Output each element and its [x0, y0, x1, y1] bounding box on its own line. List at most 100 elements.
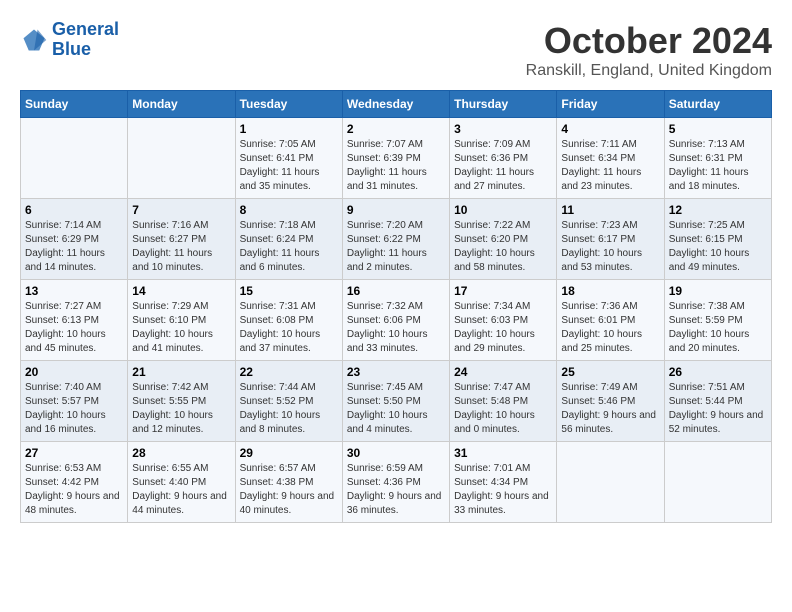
calendar-cell: 20 Sunrise: 7:40 AM Sunset: 5:57 PM Dayli…	[21, 361, 128, 442]
day-info: Sunrise: 7:09 AM Sunset: 6:36 PM Dayligh…	[454, 138, 552, 194]
day-info: Sunrise: 7:27 AM Sunset: 6:13 PM Dayligh…	[25, 300, 123, 356]
day-number: 9	[347, 203, 445, 217]
day-number: 30	[347, 446, 445, 460]
page-header: General Blue October 2024 Ranskill, Engl…	[20, 20, 772, 80]
day-info: Sunrise: 6:57 AM Sunset: 4:38 PM Dayligh…	[240, 462, 338, 518]
calendar-cell: 3 Sunrise: 7:09 AM Sunset: 6:36 PM Daylig…	[450, 118, 557, 199]
col-friday: Friday	[557, 91, 664, 118]
day-number: 2	[347, 122, 445, 136]
day-number: 28	[132, 446, 230, 460]
calendar-cell: 17 Sunrise: 7:34 AM Sunset: 6:03 PM Dayli…	[450, 280, 557, 361]
calendar-cell: 28Sunrise: 6:55 AM Sunset: 4:40 PM Dayli…	[128, 442, 235, 523]
calendar-cell: 23 Sunrise: 7:45 AM Sunset: 5:50 PM Dayli…	[342, 361, 449, 442]
calendar-cell: 18 Sunrise: 7:36 AM Sunset: 6:01 PM Dayli…	[557, 280, 664, 361]
calendar-cell	[128, 118, 235, 199]
day-info: Sunrise: 7:32 AM Sunset: 6:06 PM Dayligh…	[347, 300, 445, 356]
day-info: Sunrise: 7:23 AM Sunset: 6:17 PM Dayligh…	[561, 219, 659, 275]
day-info: Sunrise: 7:14 AM Sunset: 6:29 PM Dayligh…	[25, 219, 123, 275]
logo-text: General Blue	[52, 20, 119, 60]
month-title: October 2024	[526, 20, 772, 62]
day-info: Sunrise: 7:18 AM Sunset: 6:24 PM Dayligh…	[240, 219, 338, 275]
calendar-cell: 6 Sunrise: 7:14 AM Sunset: 6:29 PM Daylig…	[21, 199, 128, 280]
calendar-cell: 9 Sunrise: 7:20 AM Sunset: 6:22 PM Daylig…	[342, 199, 449, 280]
day-info: Sunrise: 7:31 AM Sunset: 6:08 PM Dayligh…	[240, 300, 338, 356]
day-number: 3	[454, 122, 552, 136]
day-info: Sunrise: 6:59 AM Sunset: 4:36 PM Dayligh…	[347, 462, 445, 518]
calendar-body: 1Sunrise: 7:05 AM Sunset: 6:41 PM Daylig…	[21, 118, 772, 523]
calendar-cell: 29 Sunrise: 6:57 AM Sunset: 4:38 PM Dayli…	[235, 442, 342, 523]
day-info: Sunrise: 7:51 AM Sunset: 5:44 PM Dayligh…	[669, 381, 767, 437]
col-sunday: Sunday	[21, 91, 128, 118]
day-number: 18	[561, 284, 659, 298]
calendar-cell: 13Sunrise: 7:27 AM Sunset: 6:13 PM Dayli…	[21, 280, 128, 361]
day-info: Sunrise: 7:42 AM Sunset: 5:55 PM Dayligh…	[132, 381, 230, 437]
calendar-cell: 27 Sunrise: 6:53 AM Sunset: 4:42 PM Dayli…	[21, 442, 128, 523]
day-number: 25	[561, 365, 659, 379]
location: Ranskill, England, United Kingdom	[526, 62, 772, 80]
day-number: 11	[561, 203, 659, 217]
calendar-cell: 5 Sunrise: 7:13 AM Sunset: 6:31 PM Daylig…	[664, 118, 771, 199]
day-number: 20	[25, 365, 123, 379]
calendar-cell	[557, 442, 664, 523]
calendar-week-3: 13Sunrise: 7:27 AM Sunset: 6:13 PM Dayli…	[21, 280, 772, 361]
col-saturday: Saturday	[664, 91, 771, 118]
calendar-cell: 26Sunrise: 7:51 AM Sunset: 5:44 PM Dayli…	[664, 361, 771, 442]
day-number: 21	[132, 365, 230, 379]
day-number: 27	[25, 446, 123, 460]
calendar-week-2: 6 Sunrise: 7:14 AM Sunset: 6:29 PM Daylig…	[21, 199, 772, 280]
day-number: 14	[132, 284, 230, 298]
day-info: Sunrise: 7:20 AM Sunset: 6:22 PM Dayligh…	[347, 219, 445, 275]
day-info: Sunrise: 7:13 AM Sunset: 6:31 PM Dayligh…	[669, 138, 767, 194]
day-number: 24	[454, 365, 552, 379]
day-number: 5	[669, 122, 767, 136]
header-row: Sunday Monday Tuesday Wednesday Thursday…	[21, 91, 772, 118]
logo-icon	[20, 26, 48, 54]
logo: General Blue	[20, 20, 119, 60]
calendar-cell: 11 Sunrise: 7:23 AM Sunset: 6:17 PM Dayli…	[557, 199, 664, 280]
day-number: 31	[454, 446, 552, 460]
day-info: Sunrise: 7:36 AM Sunset: 6:01 PM Dayligh…	[561, 300, 659, 356]
day-info: Sunrise: 7:47 AM Sunset: 5:48 PM Dayligh…	[454, 381, 552, 437]
calendar-cell: 14Sunrise: 7:29 AM Sunset: 6:10 PM Dayli…	[128, 280, 235, 361]
calendar-cell: 24 Sunrise: 7:47 AM Sunset: 5:48 PM Dayli…	[450, 361, 557, 442]
calendar-table: Sunday Monday Tuesday Wednesday Thursday…	[20, 90, 772, 523]
day-number: 12	[669, 203, 767, 217]
day-info: Sunrise: 6:53 AM Sunset: 4:42 PM Dayligh…	[25, 462, 123, 518]
day-info: Sunrise: 7:44 AM Sunset: 5:52 PM Dayligh…	[240, 381, 338, 437]
day-info: Sunrise: 7:16 AM Sunset: 6:27 PM Dayligh…	[132, 219, 230, 275]
calendar-cell: 30 Sunrise: 6:59 AM Sunset: 4:36 PM Dayli…	[342, 442, 449, 523]
calendar-cell	[21, 118, 128, 199]
day-number: 29	[240, 446, 338, 460]
calendar-week-1: 1Sunrise: 7:05 AM Sunset: 6:41 PM Daylig…	[21, 118, 772, 199]
calendar-cell: 31 Sunrise: 7:01 AM Sunset: 4:34 PM Dayli…	[450, 442, 557, 523]
col-tuesday: Tuesday	[235, 91, 342, 118]
calendar-cell: 21 Sunrise: 7:42 AM Sunset: 5:55 PM Dayli…	[128, 361, 235, 442]
calendar-week-4: 20 Sunrise: 7:40 AM Sunset: 5:57 PM Dayli…	[21, 361, 772, 442]
day-info: Sunrise: 7:01 AM Sunset: 4:34 PM Dayligh…	[454, 462, 552, 518]
calendar-cell: 15Sunrise: 7:31 AM Sunset: 6:08 PM Dayli…	[235, 280, 342, 361]
day-info: Sunrise: 7:49 AM Sunset: 5:46 PM Dayligh…	[561, 381, 659, 437]
calendar-cell: 22 Sunrise: 7:44 AM Sunset: 5:52 PM Dayli…	[235, 361, 342, 442]
day-info: Sunrise: 7:22 AM Sunset: 6:20 PM Dayligh…	[454, 219, 552, 275]
calendar-cell: 10 Sunrise: 7:22 AM Sunset: 6:20 PM Dayli…	[450, 199, 557, 280]
col-monday: Monday	[128, 91, 235, 118]
calendar-cell: 25 Sunrise: 7:49 AM Sunset: 5:46 PM Dayli…	[557, 361, 664, 442]
day-number: 23	[347, 365, 445, 379]
calendar-cell: 8 Sunrise: 7:18 AM Sunset: 6:24 PM Daylig…	[235, 199, 342, 280]
logo-line1: General	[52, 19, 119, 39]
day-info: Sunrise: 7:34 AM Sunset: 6:03 PM Dayligh…	[454, 300, 552, 356]
day-info: Sunrise: 7:40 AM Sunset: 5:57 PM Dayligh…	[25, 381, 123, 437]
day-number: 19	[669, 284, 767, 298]
calendar-cell: 7Sunrise: 7:16 AM Sunset: 6:27 PM Daylig…	[128, 199, 235, 280]
day-number: 22	[240, 365, 338, 379]
day-info: Sunrise: 7:05 AM Sunset: 6:41 PM Dayligh…	[240, 138, 338, 194]
day-number: 10	[454, 203, 552, 217]
day-number: 6	[25, 203, 123, 217]
calendar-header: Sunday Monday Tuesday Wednesday Thursday…	[21, 91, 772, 118]
day-info: Sunrise: 7:45 AM Sunset: 5:50 PM Dayligh…	[347, 381, 445, 437]
calendar-week-5: 27 Sunrise: 6:53 AM Sunset: 4:42 PM Dayli…	[21, 442, 772, 523]
calendar-cell	[664, 442, 771, 523]
day-number: 17	[454, 284, 552, 298]
calendar-cell: 2Sunrise: 7:07 AM Sunset: 6:39 PM Daylig…	[342, 118, 449, 199]
day-number: 8	[240, 203, 338, 217]
